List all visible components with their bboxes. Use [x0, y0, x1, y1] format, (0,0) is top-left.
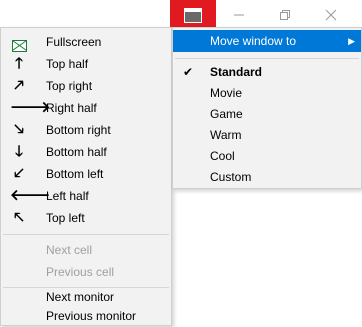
menu-item-previous-monitor[interactable]: Previous monitor [1, 305, 171, 327]
fullscreen-icon [10, 31, 28, 53]
submenu-item-movie[interactable]: Movie [173, 83, 361, 104]
arrow-up-icon: 🡑 [15, 55, 23, 72]
minimize-button[interactable] [216, 0, 262, 30]
submenu-item-cool[interactable]: Cool [173, 146, 361, 167]
menu-item-next-cell: Next cell [46, 243, 93, 257]
submenu-header-move-window-to[interactable]: Move window to ▶ [173, 30, 361, 52]
menu-item-top-left[interactable]: 🡔 Top left [1, 207, 171, 229]
submenu-item-warm[interactable]: Warm [173, 125, 361, 146]
checkmark-icon: ✔ [182, 65, 194, 79]
maximize-icon [280, 10, 290, 20]
close-icon [325, 9, 337, 21]
menu-item-bottom-left[interactable]: 🡗 Bottom left [1, 163, 171, 185]
menu-item-previous-cell: Previous cell [46, 265, 115, 279]
arrow-up-left-icon: 🡔 [14, 209, 24, 226]
arrow-left-icon: 🡐 [10, 187, 51, 204]
menu-item-top-half[interactable]: 🡑 Top half [1, 53, 171, 75]
submenu-item-custom[interactable]: Custom [173, 167, 361, 188]
title-bar [170, 0, 362, 30]
arrow-up-right-icon: 🡕 [14, 77, 24, 94]
context-menu: Fullscreen 🡑 Top half 🡕 Top right 🡒 Righ… [0, 27, 172, 326]
arrow-right-icon: 🡒 [10, 99, 51, 116]
move-window-submenu: Move window to ▶ ✔ Standard Movie Game W… [172, 27, 362, 189]
close-button[interactable] [308, 0, 354, 30]
menu-item-left-half[interactable]: 🡐 Left half [1, 185, 171, 207]
submenu-separator [175, 58, 359, 59]
maximize-button[interactable] [262, 0, 308, 30]
arrow-down-right-icon: 🡖 [14, 121, 24, 138]
menu-item-top-right[interactable]: 🡕 Top right [1, 75, 171, 97]
monitor-icon [184, 7, 202, 23]
chevron-right-icon: ▶ [348, 36, 355, 46]
menu-item-fullscreen[interactable]: Fullscreen [1, 31, 171, 53]
app-button[interactable] [170, 0, 216, 30]
menu-separator [3, 234, 169, 235]
menu-item-bottom-right[interactable]: 🡖 Bottom right [1, 119, 171, 141]
arrow-down-icon: 🡓 [15, 143, 23, 160]
submenu-item-standard[interactable]: ✔ Standard [173, 62, 361, 83]
submenu-item-game[interactable]: Game [173, 104, 361, 125]
menu-item-right-half[interactable]: 🡒 Right half [1, 97, 171, 119]
arrow-down-left-icon: 🡗 [14, 165, 24, 182]
minimize-icon [234, 14, 244, 16]
menu-item-bottom-half[interactable]: 🡓 Bottom half [1, 141, 171, 163]
